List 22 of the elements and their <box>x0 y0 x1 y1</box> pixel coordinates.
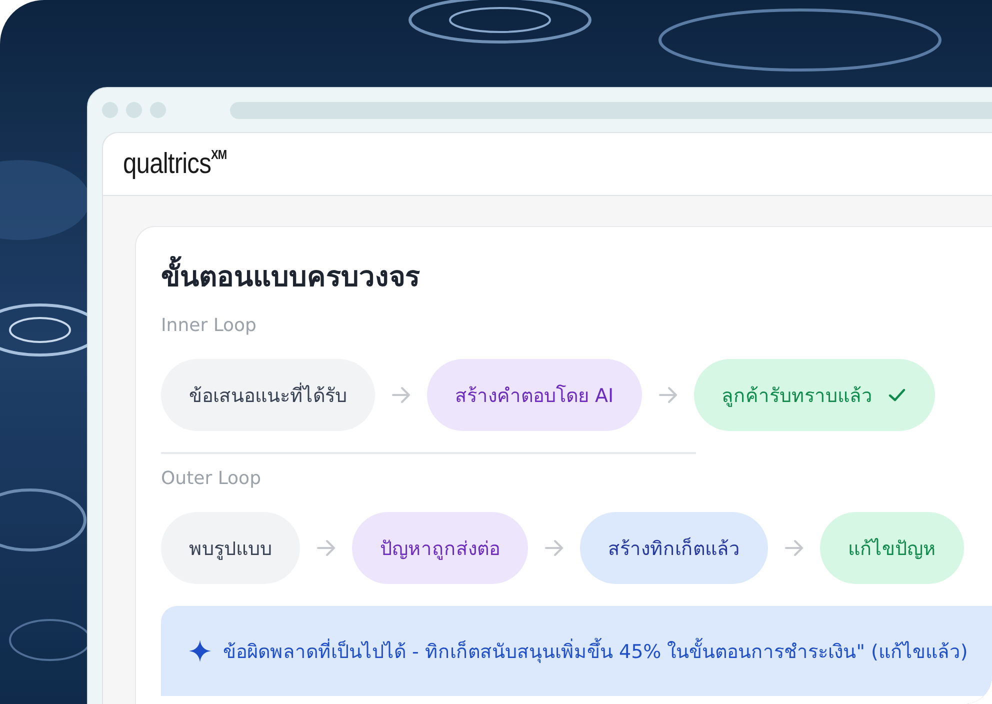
window-dot[interactable] <box>102 102 118 118</box>
card-title: ขั้นตอนแบบครบวงจร <box>161 253 992 301</box>
arrow-icon <box>316 538 336 558</box>
step-pill: พบรูปแบบ <box>161 512 300 584</box>
step-pill: ลูกค้ารับทราบแล้ว <box>694 359 935 431</box>
step-pill: แก้ไขปัญห <box>820 512 964 584</box>
section-label: Inner Loop <box>161 315 258 338</box>
step-pill: ข้อเสนอแนะที่ได้รับ <box>161 359 375 431</box>
step-pill: สร้างทิกเก็ตแล้ว <box>580 512 768 584</box>
arrow-icon <box>544 538 564 558</box>
arrow-icon <box>784 538 804 558</box>
window-dot[interactable] <box>150 102 166 118</box>
section-label: Outer Loop <box>161 468 262 491</box>
step-pill: สร้างคำตอบโดย AI <box>427 359 642 431</box>
sparkle-icon <box>189 640 211 662</box>
window-dot[interactable] <box>126 102 142 118</box>
arrow-icon <box>391 385 411 405</box>
address-bar[interactable] <box>230 102 992 118</box>
step-pill: ปัญหาถูกส่งต่อ <box>352 512 528 584</box>
arrow-icon <box>658 385 678 405</box>
insight-text: ข้อผิดพลาดที่เป็นไปได้ - ทิกเก็ตสนับสนุนเพิ่มขึ้น 45% ในขั้นตอนการชำระเงิน" (แก้ไขแล้ว) <box>223 636 968 666</box>
logo: qualtrics$^{XM}$ <box>123 147 227 181</box>
